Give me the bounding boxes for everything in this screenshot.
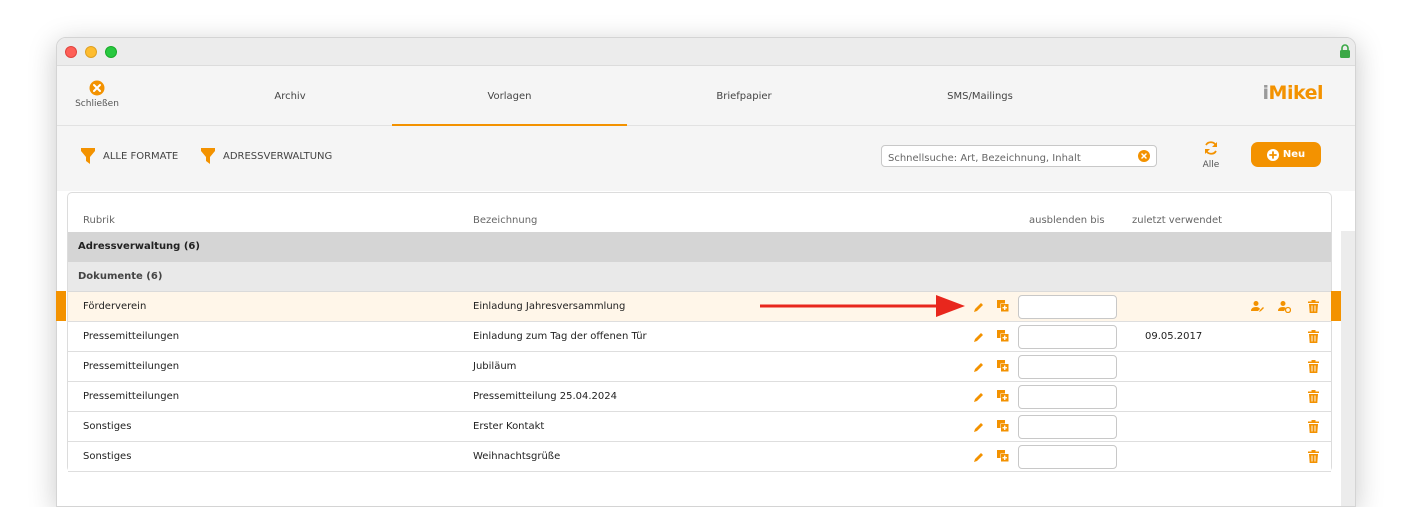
filter-label: ADRESSVERWALTUNG: [223, 150, 333, 162]
main-nav: Schließen Archiv Vorlagen Briefpapier SM…: [57, 66, 1355, 126]
ausblenden-date-input[interactable]: [1018, 325, 1117, 349]
filter-adressverwaltung[interactable]: ADRESSVERWALTUNG: [201, 148, 332, 164]
duplicate-icon[interactable]: [997, 330, 1009, 342]
cell-rubrik: Pressemitteilungen: [83, 331, 180, 342]
cell-rubrik: Sonstiges: [83, 451, 132, 462]
close-window-button[interactable]: [65, 46, 77, 58]
trash-icon[interactable]: [1308, 450, 1319, 463]
cell-zuletzt: 09.05.2017: [1145, 331, 1203, 342]
tab-vorlagen[interactable]: Vorlagen: [392, 66, 627, 126]
cell-bezeichnung: Einladung Jahresversammlung: [473, 301, 626, 312]
filter-alle-formate[interactable]: ALLE FORMATE: [81, 148, 178, 164]
column-header-zuletzt[interactable]: zuletzt verwendet: [1132, 215, 1222, 226]
tab-archiv[interactable]: Archiv: [215, 66, 365, 126]
app-window: Schließen Archiv Vorlagen Briefpapier SM…: [56, 37, 1356, 507]
templates-table: Rubrik Bezeichnung ausblenden bis zuletz…: [67, 192, 1332, 472]
cell-bezeichnung: Erster Kontakt: [473, 421, 545, 432]
search-input[interactable]: [882, 148, 1122, 169]
close-button[interactable]: Schließen: [69, 80, 125, 109]
table-row[interactable]: Pressemitteilungen Pressemitteilung 25.0…: [68, 382, 1331, 412]
funnel-icon: [201, 148, 215, 164]
duplicate-icon[interactable]: [997, 390, 1009, 402]
pencil-icon[interactable]: [973, 331, 985, 343]
alle-label: Alle: [1202, 160, 1220, 170]
duplicate-icon[interactable]: [997, 450, 1009, 462]
table-row[interactable]: Förderverein Einladung Jahresversammlung: [68, 292, 1331, 322]
selected-row-marker-left: [56, 291, 66, 321]
trash-icon[interactable]: [1308, 300, 1319, 313]
duplicate-icon[interactable]: [997, 420, 1009, 432]
cell-rubrik: Pressemitteilungen: [83, 391, 180, 402]
cell-rubrik: Pressemitteilungen: [83, 361, 180, 372]
trash-icon[interactable]: [1308, 330, 1319, 343]
user-remove-icon[interactable]: [1278, 300, 1291, 313]
lock-icon: [1340, 44, 1350, 58]
duplicate-icon[interactable]: [997, 300, 1009, 312]
plus-circle-icon: [1266, 148, 1279, 161]
selected-row-marker-right: [1331, 291, 1341, 321]
tab-briefpapier[interactable]: Briefpapier: [669, 66, 819, 126]
trash-icon[interactable]: [1308, 360, 1319, 373]
pencil-icon[interactable]: [973, 451, 985, 463]
new-button[interactable]: Neu: [1251, 142, 1321, 167]
close-icon: [89, 80, 105, 96]
ausblenden-date-input[interactable]: [1018, 415, 1117, 439]
table-row[interactable]: Pressemitteilungen Einladung zum Tag der…: [68, 322, 1331, 352]
cell-bezeichnung: Einladung zum Tag der offenen Tür: [473, 331, 647, 342]
quick-search: [881, 145, 1157, 169]
subgroup-header-dokumente[interactable]: Dokumente (6): [68, 262, 1331, 292]
trash-icon[interactable]: [1308, 390, 1319, 403]
table-header: Rubrik Bezeichnung ausblenden bis zuletz…: [68, 193, 1331, 232]
column-header-rubrik[interactable]: Rubrik: [83, 215, 115, 226]
cell-bezeichnung: Weihnachtsgrüße: [473, 451, 561, 462]
clear-search-icon[interactable]: [1138, 150, 1150, 162]
trash-icon[interactable]: [1308, 420, 1319, 433]
user-edit-icon[interactable]: [1251, 300, 1264, 313]
zoom-window-button[interactable]: [105, 46, 117, 58]
pencil-icon[interactable]: [973, 301, 985, 313]
table-row[interactable]: Sonstiges Erster Kontakt: [68, 412, 1331, 442]
cell-rubrik: Sonstiges: [83, 421, 132, 432]
annotation-arrow-icon: [760, 295, 965, 317]
duplicate-icon[interactable]: [997, 360, 1009, 372]
cell-bezeichnung: Pressemitteilung 25.04.2024: [473, 391, 617, 402]
refresh-icon: [1205, 141, 1217, 155]
ausblenden-date-input[interactable]: [1018, 445, 1117, 469]
ausblenden-date-input[interactable]: [1018, 385, 1117, 409]
cell-rubrik: Förderverein: [83, 301, 147, 312]
funnel-icon: [81, 148, 95, 164]
toolbar: ALLE FORMATE ADRESSVERWALTUNG Alle: [57, 126, 1355, 191]
column-header-bezeichnung[interactable]: Bezeichnung: [473, 215, 537, 226]
title-bar: [57, 38, 1355, 66]
filter-label: ALLE FORMATE: [103, 150, 179, 162]
ausblenden-date-input[interactable]: [1018, 295, 1117, 319]
refresh-all-button[interactable]: Alle: [1191, 140, 1231, 170]
cell-bezeichnung: Jubiläum: [473, 361, 517, 372]
ausblenden-date-input[interactable]: [1018, 355, 1117, 379]
table-row[interactable]: Pressemitteilungen Jubiläum: [68, 352, 1331, 382]
new-label: Neu: [1282, 149, 1306, 160]
minimize-window-button[interactable]: [85, 46, 97, 58]
close-label: Schließen: [75, 99, 119, 109]
group-header-adressverwaltung[interactable]: Adressverwaltung (6): [68, 232, 1331, 262]
table-row[interactable]: Sonstiges Weihnachtsgrüße: [68, 442, 1331, 472]
pencil-icon[interactable]: [973, 421, 985, 433]
tab-sms-mailings[interactable]: SMS/Mailings: [905, 66, 1055, 126]
imikel-logo: iMikel: [1262, 82, 1324, 104]
column-header-ausblenden[interactable]: ausblenden bis: [1029, 215, 1105, 226]
pencil-icon[interactable]: [973, 361, 985, 373]
scrollbar[interactable]: [1341, 231, 1355, 506]
pencil-icon[interactable]: [973, 391, 985, 403]
